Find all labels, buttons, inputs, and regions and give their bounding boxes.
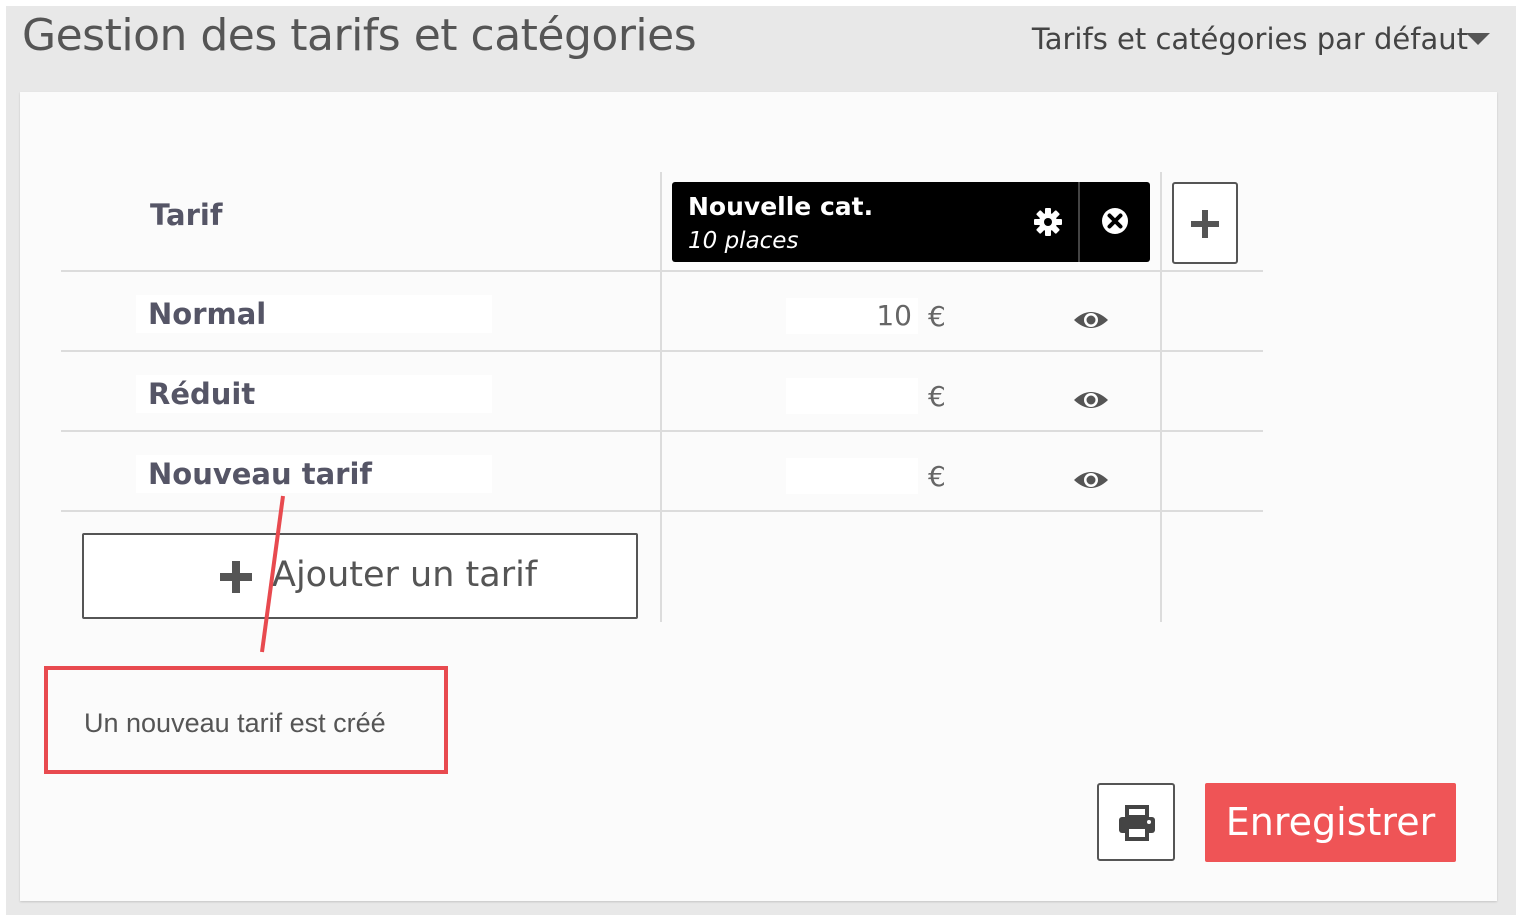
column-divider <box>1160 172 1162 622</box>
eye-icon[interactable] <box>1072 307 1110 333</box>
column-divider <box>660 172 662 622</box>
currency-label: € <box>928 300 946 333</box>
eye-icon[interactable] <box>1072 467 1110 493</box>
currency-label: € <box>928 460 946 493</box>
tarif-name-input[interactable]: Réduit <box>136 375 492 413</box>
eye-icon[interactable] <box>1072 387 1110 413</box>
print-button[interactable] <box>1097 783 1175 861</box>
chevron-down-icon[interactable] <box>1466 33 1490 45</box>
preset-dropdown-label[interactable]: Tarifs et catégories par défaut <box>1032 22 1468 56</box>
plus-icon-stem <box>1202 210 1208 238</box>
row-divider <box>61 350 1263 352</box>
close-circle-icon[interactable] <box>1098 204 1132 238</box>
category-name: Nouvelle cat. <box>688 192 874 221</box>
add-category-button[interactable] <box>1172 182 1238 264</box>
price-input[interactable]: 10 <box>786 298 918 334</box>
gear-icon[interactable] <box>1032 206 1064 238</box>
row-divider <box>61 430 1263 432</box>
add-tarif-label: Ajouter un tarif <box>272 555 538 595</box>
price-input[interactable] <box>786 378 918 414</box>
annotation-callout: Un nouveau tarif est créé <box>44 666 448 774</box>
printer-icon <box>1119 805 1155 841</box>
tarif-name-input[interactable]: Nouveau tarif <box>136 455 492 493</box>
currency-label: € <box>928 380 946 413</box>
price-input[interactable] <box>786 458 918 494</box>
add-tarif-button[interactable]: Ajouter un tarif <box>82 533 638 619</box>
save-button[interactable]: Enregistrer <box>1205 783 1456 862</box>
page-title: Gestion des tarifs et catégories <box>22 10 697 61</box>
tarif-column-header: Tarif <box>150 198 223 232</box>
category-header-divider <box>1078 182 1080 262</box>
row-divider <box>61 270 1263 272</box>
row-divider <box>61 510 1263 512</box>
category-header[interactable]: Nouvelle cat. 10 places <box>672 182 1150 262</box>
category-places: 10 places <box>688 228 799 254</box>
tarif-name-input[interactable]: Normal <box>136 295 492 333</box>
annotation-text: Un nouveau tarif est créé <box>84 708 386 738</box>
plus-icon <box>220 561 252 593</box>
